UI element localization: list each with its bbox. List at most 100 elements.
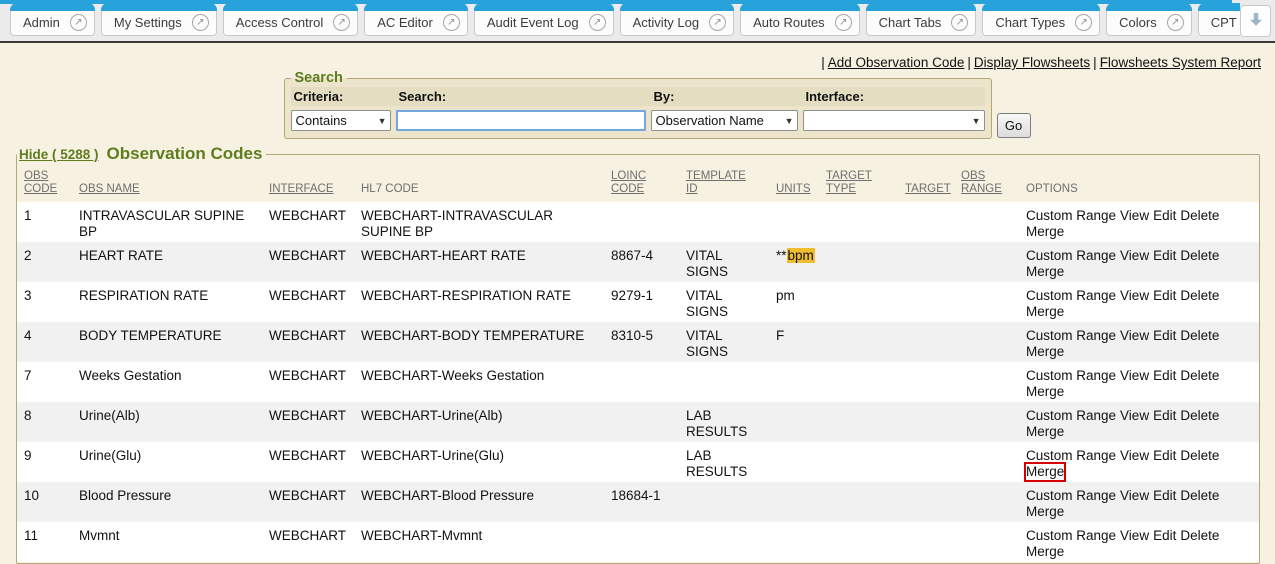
open-in-new-window-icon[interactable]: ↗ [951,14,968,31]
cell-target [905,362,961,402]
option-edit[interactable]: Edit [1153,288,1176,304]
open-in-new-window-icon[interactable]: ↗ [443,14,460,31]
cell-obs-name: HEART RATE [79,242,269,282]
option-merge[interactable]: Merge [1026,344,1064,360]
option-edit[interactable]: Edit [1153,408,1176,424]
display-flowsheets-link[interactable]: Display Flowsheets [974,55,1090,70]
by-select[interactable]: Observation Name ▼ [651,110,798,131]
option-custom-range[interactable]: Custom Range [1026,408,1116,424]
tab-body: AC Editor ↗ [364,11,468,36]
cell-target [905,282,961,322]
option-view[interactable]: View [1120,288,1149,304]
option-delete[interactable]: Delete [1180,248,1219,264]
cell-obs-name: Urine(Alb) [79,402,269,442]
option-merge[interactable]: Merge [1026,304,1064,320]
tab-activity-log[interactable]: Activity Log↗ [620,3,734,36]
tab-my-settings[interactable]: My Settings↗ [101,3,217,36]
open-in-new-window-icon[interactable]: ↗ [70,14,87,31]
option-edit[interactable]: Edit [1153,528,1176,544]
option-custom-range[interactable]: Custom Range [1026,368,1116,384]
column-header-label-interface[interactable]: INTERFACE [269,183,334,195]
open-in-new-window-icon[interactable]: ↗ [1167,14,1184,31]
option-merge[interactable]: Merge [1026,264,1064,280]
option-delete[interactable]: Delete [1180,208,1219,224]
option-custom-range[interactable]: Custom Range [1026,208,1116,224]
option-custom-range[interactable]: Custom Range [1026,288,1116,304]
column-header-label-target-type[interactable]: TARGET TYPE [826,170,872,195]
column-header-label-obs-name[interactable]: OBS NAME [79,183,140,195]
column-header-label-template-id[interactable]: TEMPLATE ID [686,170,746,195]
column-header-label-units[interactable]: UNITS [776,183,811,195]
option-merge-highlighted[interactable]: Merge [1026,464,1064,480]
option-merge[interactable]: Merge [1026,224,1064,240]
option-edit[interactable]: Edit [1153,448,1176,464]
option-custom-range[interactable]: Custom Range [1026,488,1116,504]
open-in-new-window-icon[interactable]: ↗ [1075,14,1092,31]
column-header-label-obs-code[interactable]: OBS CODE [24,170,57,195]
cell-units [776,442,826,482]
option-merge[interactable]: Merge [1026,504,1064,520]
option-delete[interactable]: Delete [1180,448,1219,464]
tab-access-control[interactable]: Access Control↗ [223,3,358,36]
hide-count-link[interactable]: Hide ( 5288 ) [19,147,99,162]
option-view[interactable]: View [1120,328,1149,344]
option-custom-range[interactable]: Custom Range [1026,448,1116,464]
option-edit[interactable]: Edit [1153,208,1176,224]
tab-admin[interactable]: Admin↗ [10,3,95,36]
option-view[interactable]: View [1120,408,1149,424]
option-edit[interactable]: Edit [1153,368,1176,384]
tab-label: AC Editor [377,15,433,30]
option-view[interactable]: View [1120,528,1149,544]
open-in-new-window-icon[interactable]: ↗ [835,14,852,31]
tab-overflow-button[interactable] [1240,5,1271,37]
column-header-label-loinc-code[interactable]: LOINC CODE [611,170,646,195]
option-delete[interactable]: Delete [1180,288,1219,304]
go-button[interactable]: Go [997,113,1031,138]
down-arrow-icon [1247,10,1265,33]
option-view[interactable]: View [1120,448,1149,464]
tab-accent-cap [982,3,1100,11]
tab-colors[interactable]: Colors↗ [1106,3,1192,36]
column-header-label-obs-range[interactable]: OBS RANGE [961,170,1002,195]
tab-audit-event-log[interactable]: Audit Event Log↗ [474,3,614,36]
option-edit[interactable]: Edit [1153,488,1176,504]
option-merge[interactable]: Merge [1026,544,1064,560]
option-custom-range[interactable]: Custom Range [1026,528,1116,544]
option-view[interactable]: View [1120,208,1149,224]
cell-interface: WEBCHART [269,322,361,362]
option-merge[interactable]: Merge [1026,384,1064,400]
column-header-label-target[interactable]: TARGET [905,183,951,195]
tab-chart-types[interactable]: Chart Types↗ [982,3,1100,36]
open-in-new-window-icon[interactable]: ↗ [589,14,606,31]
search-input[interactable] [396,110,646,131]
option-view[interactable]: View [1120,248,1149,264]
option-delete[interactable]: Delete [1180,328,1219,344]
cell-options: Custom RangeViewEditDelete Merge [1026,202,1259,242]
cell-hl7-code: WEBCHART-Mvmnt [361,522,611,562]
option-delete[interactable]: Delete [1180,528,1219,544]
open-in-new-window-icon[interactable]: ↗ [709,14,726,31]
option-view[interactable]: View [1120,488,1149,504]
option-delete[interactable]: Delete [1180,408,1219,424]
observation-codes-panel: Hide ( 5288 ) Observation Codes OBS CODE… [16,144,1260,564]
option-merge[interactable]: Merge [1026,424,1064,440]
flowsheets-system-report-link[interactable]: Flowsheets System Report [1100,55,1261,70]
cell-obs-name: BODY TEMPERATURE [79,322,269,362]
option-delete[interactable]: Delete [1180,488,1219,504]
cell-obs-range [961,282,1026,322]
option-custom-range[interactable]: Custom Range [1026,248,1116,264]
tab-auto-routes[interactable]: Auto Routes↗ [740,3,860,36]
tab-chart-tabs[interactable]: Chart Tabs↗ [866,3,977,36]
option-edit[interactable]: Edit [1153,248,1176,264]
interface-select[interactable]: ▼ [803,110,985,131]
add-observation-code-link[interactable]: Add Observation Code [828,55,965,70]
option-custom-range[interactable]: Custom Range [1026,328,1116,344]
tab-cpt-codes[interactable]: CPT Codes↗ [1198,3,1240,36]
option-delete[interactable]: Delete [1180,368,1219,384]
option-edit[interactable]: Edit [1153,328,1176,344]
criteria-select[interactable]: Contains ▼ [291,110,391,131]
option-view[interactable]: View [1120,368,1149,384]
open-in-new-window-icon[interactable]: ↗ [333,14,350,31]
open-in-new-window-icon[interactable]: ↗ [192,14,209,31]
tab-ac-editor[interactable]: AC Editor ↗ [364,3,468,36]
